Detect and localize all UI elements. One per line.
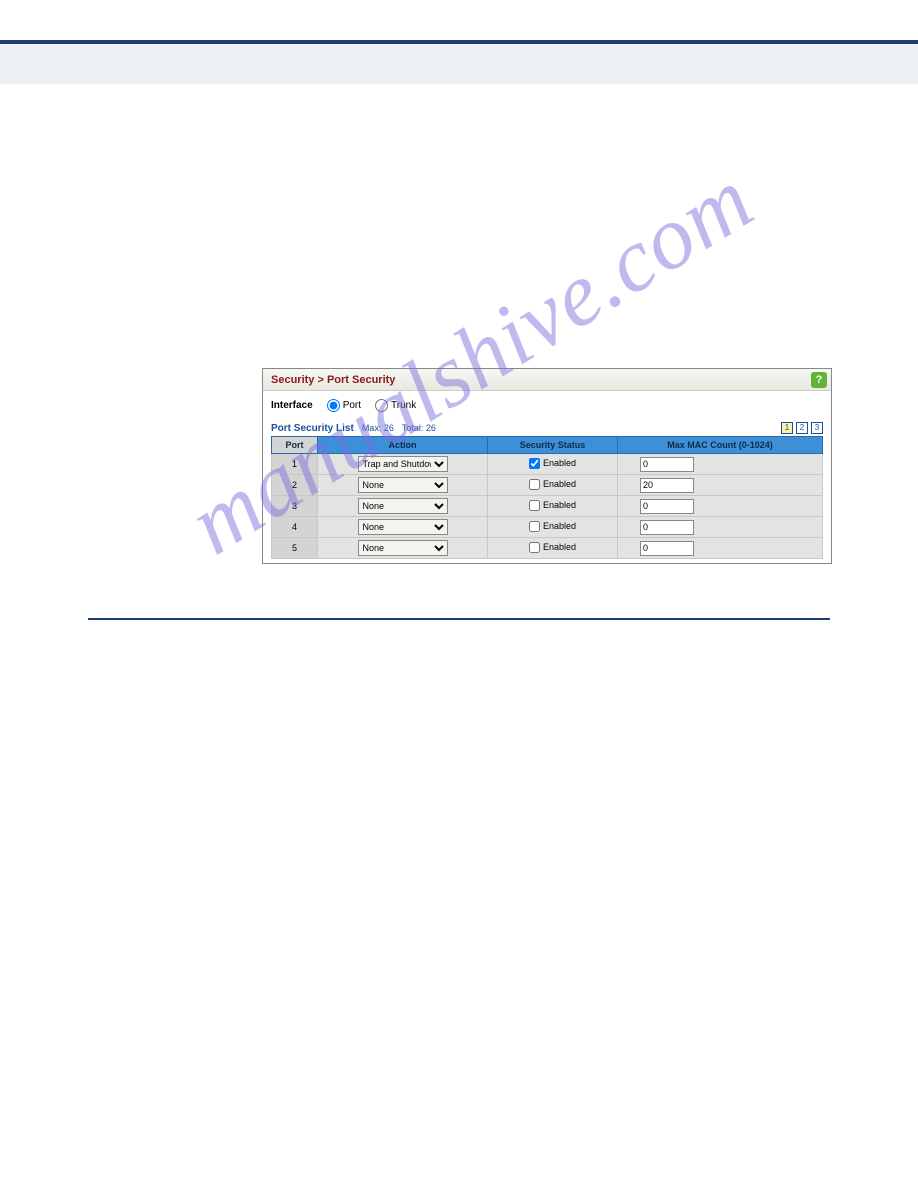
help-icon[interactable]: ?	[811, 372, 827, 388]
action-select[interactable]: NoneTrapShutdownTrap and Shutdown	[358, 519, 448, 535]
radio-port-label: Port	[343, 400, 361, 411]
table-row: 5 NoneTrapShutdownTrap and Shutdown Enable…	[272, 538, 823, 559]
list-max: Max: 26	[362, 423, 394, 433]
action-select[interactable]: NoneTrapShutdownTrap and Shutdown	[358, 498, 448, 514]
page-box-1[interactable]: 1	[781, 422, 793, 434]
action-select[interactable]: NoneTrapShutdownTrap and Shutdown	[358, 540, 448, 556]
action-select[interactable]: NoneTrapShutdownTrap and Shutdown	[358, 477, 448, 493]
table-row: 2 NoneTrapShutdownTrap and Shutdown Enable…	[272, 475, 823, 496]
cell-action: NoneTrapShutdownTrap and Shutdown	[318, 454, 488, 475]
enabled-label: Enabled	[543, 521, 576, 531]
enabled-checkbox[interactable]	[529, 479, 540, 490]
table-body: 1 NoneTrapShutdownTrap and Shutdown Enable…	[272, 454, 823, 559]
page-box-2[interactable]: 2	[796, 422, 808, 434]
cell-mac	[618, 496, 823, 517]
panel-title: Security > Port Security	[271, 374, 395, 386]
page-box-3[interactable]: 3	[811, 422, 823, 434]
panel-body: Interface Port Trunk Port Security List …	[263, 391, 831, 563]
table-row: 1 NoneTrapShutdownTrap and Shutdown Enable…	[272, 454, 823, 475]
mac-count-input[interactable]	[640, 478, 694, 493]
interface-radio-port[interactable]: Port	[327, 399, 361, 412]
cell-mac	[618, 454, 823, 475]
cell-status: Enabled	[488, 475, 618, 496]
port-security-panel: Security > Port Security ? Interface Por…	[262, 368, 832, 564]
col-header-port: Port	[272, 437, 318, 454]
enabled-checkbox[interactable]	[529, 542, 540, 553]
enabled-label: Enabled	[543, 500, 576, 510]
cell-action: NoneTrapShutdownTrap and Shutdown	[318, 475, 488, 496]
cell-status: Enabled	[488, 538, 618, 559]
interface-radio-trunk[interactable]: Trunk	[375, 399, 416, 412]
list-header-left: Port Security List Max: 26 Total: 26	[271, 423, 436, 434]
radio-trunk-input[interactable]	[375, 399, 388, 412]
bottom-divider	[88, 618, 830, 620]
cell-status: Enabled	[488, 517, 618, 538]
radio-trunk-label: Trunk	[391, 400, 416, 411]
interface-row: Interface Port Trunk	[271, 399, 823, 412]
cell-status: Enabled	[488, 454, 618, 475]
table-row: 3 NoneTrapShutdownTrap and Shutdown Enable…	[272, 496, 823, 517]
cell-action: NoneTrapShutdownTrap and Shutdown	[318, 496, 488, 517]
list-header-row: Port Security List Max: 26 Total: 26 123	[271, 422, 823, 434]
cell-port: 4	[272, 517, 318, 538]
interface-label: Interface	[271, 400, 313, 411]
enabled-checkbox[interactable]	[529, 521, 540, 532]
enabled-label: Enabled	[543, 542, 576, 552]
radio-port-input[interactable]	[327, 399, 340, 412]
cell-action: NoneTrapShutdownTrap and Shutdown	[318, 538, 488, 559]
table-header-row: Port Action Security Status Max MAC Coun…	[272, 437, 823, 454]
list-total: Total: 26	[402, 423, 436, 433]
col-header-mac: Max MAC Count (0-1024)	[618, 437, 823, 454]
mac-count-input[interactable]	[640, 457, 694, 472]
mac-count-input[interactable]	[640, 499, 694, 514]
cell-mac	[618, 538, 823, 559]
cell-port: 1	[272, 454, 318, 475]
col-header-action: Action	[318, 437, 488, 454]
cell-port: 2	[272, 475, 318, 496]
cell-action: NoneTrapShutdownTrap and Shutdown	[318, 517, 488, 538]
header-band	[0, 44, 918, 84]
cell-mac	[618, 475, 823, 496]
port-security-table: Port Action Security Status Max MAC Coun…	[271, 436, 823, 559]
list-title: Port Security List	[271, 423, 354, 434]
enabled-label: Enabled	[543, 458, 576, 468]
enabled-checkbox[interactable]	[529, 500, 540, 511]
mac-count-input[interactable]	[640, 520, 694, 535]
action-select[interactable]: NoneTrapShutdownTrap and Shutdown	[358, 456, 448, 472]
cell-status: Enabled	[488, 496, 618, 517]
enabled-checkbox[interactable]	[529, 458, 540, 469]
pager: 123	[781, 422, 823, 434]
mac-count-input[interactable]	[640, 541, 694, 556]
cell-port: 3	[272, 496, 318, 517]
enabled-label: Enabled	[543, 479, 576, 489]
table-row: 4 NoneTrapShutdownTrap and Shutdown Enable…	[272, 517, 823, 538]
col-header-status: Security Status	[488, 437, 618, 454]
panel-title-bar: Security > Port Security ?	[263, 369, 831, 391]
cell-port: 5	[272, 538, 318, 559]
cell-mac	[618, 517, 823, 538]
